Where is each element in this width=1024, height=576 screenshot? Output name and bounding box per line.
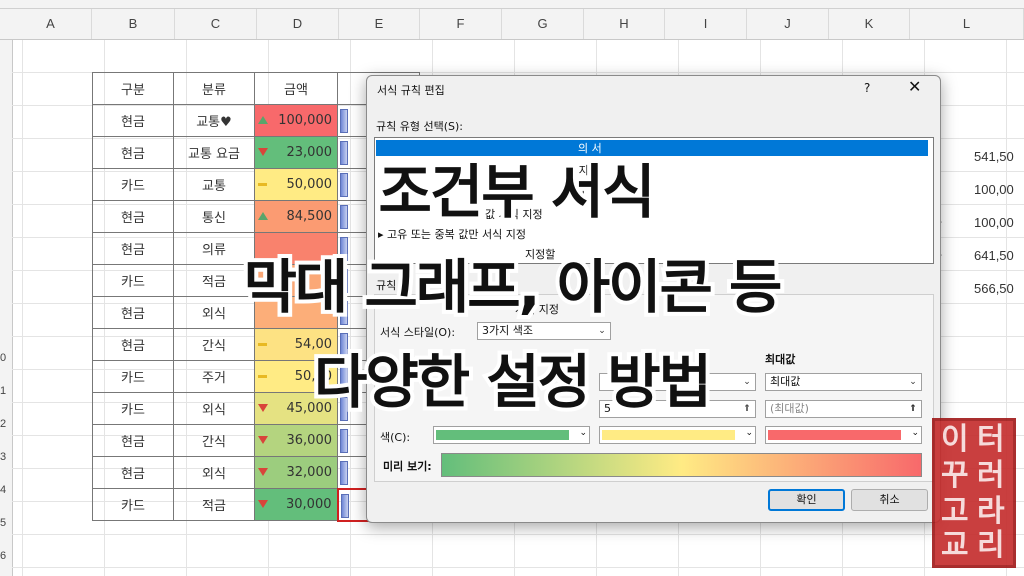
cell-category[interactable]: 현금	[92, 424, 174, 457]
help-button[interactable]: ?	[864, 81, 870, 95]
data-bar	[340, 429, 348, 453]
min-color-picker[interactable]: ⌄	[433, 426, 590, 444]
max-color-picker[interactable]: ⌄	[765, 426, 922, 444]
column-header-i[interactable]: I	[665, 9, 747, 39]
column-header-j[interactable]: J	[747, 9, 829, 39]
column-header-d[interactable]: D	[257, 9, 339, 39]
data-bar	[340, 109, 348, 133]
seal-stamp: 이터 꾸러 고라 교리	[932, 418, 1016, 568]
cell-class[interactable]: 외식	[173, 456, 255, 489]
row-header[interactable]: 5	[0, 517, 12, 529]
cell-class[interactable]: 간식	[173, 424, 255, 457]
header-class[interactable]: 분류	[173, 72, 255, 105]
chevron-down-icon: ⌄	[911, 428, 919, 438]
ok-button[interactable]: 확인	[768, 489, 845, 511]
rule-type-label: 규칙 유형 선택(S):	[376, 120, 463, 133]
dialog-title: 서식 규칙 편집	[377, 84, 445, 97]
close-icon[interactable]: ✕	[908, 77, 921, 96]
arrow-down-icon	[258, 468, 268, 476]
column-header-k[interactable]: K	[829, 9, 910, 39]
color-scale-preview	[441, 453, 922, 477]
arrow-up-icon	[258, 116, 268, 124]
row-header[interactable]: 2	[0, 418, 12, 430]
amount-value: 32,000	[286, 465, 333, 480]
column-header-a[interactable]: A	[10, 9, 92, 39]
column-header-g[interactable]: G	[502, 9, 584, 39]
mid-color-fill	[602, 430, 735, 440]
chevron-down-icon: ⌄	[579, 428, 587, 438]
column-header-l[interactable]: L	[910, 9, 1024, 39]
header-category[interactable]: 구분	[92, 72, 174, 105]
cell-class[interactable]: 교통♥	[173, 104, 255, 137]
cell-category[interactable]: 현금	[92, 456, 174, 489]
column-header-c[interactable]: C	[175, 9, 257, 39]
min-color-fill	[436, 430, 569, 440]
arrow-down-icon	[258, 500, 268, 508]
amount-value: 100,000	[278, 113, 332, 128]
cancel-button[interactable]: 취소	[851, 489, 928, 511]
cell-category[interactable]: 카드	[92, 488, 174, 521]
data-bar	[340, 493, 349, 518]
color-label: 색(C):	[380, 431, 411, 444]
data-bar	[340, 461, 348, 485]
column-header-f[interactable]: F	[420, 9, 502, 39]
mid-color-picker[interactable]: ⌄	[599, 426, 756, 444]
cell-amount[interactable]: 32,000	[254, 456, 338, 489]
row-header[interactable]: 4	[0, 484, 12, 496]
overlay-title-line3: 다양한 설정 방법	[310, 344, 716, 420]
column-header-h[interactable]: H	[584, 9, 665, 39]
preview-label: 미리 보기:	[383, 460, 432, 473]
formula-bar	[0, 0, 1024, 9]
row-header[interactable]: 3	[0, 451, 12, 463]
cell-amount[interactable]: 30,000	[254, 488, 338, 521]
column-header-b[interactable]: B	[92, 9, 175, 39]
cell-class[interactable]: 적금	[173, 488, 255, 521]
cell-amount[interactable]: 100,000	[254, 104, 338, 137]
header-amount[interactable]: 금액	[254, 72, 338, 105]
overlay-title-line1: 조건부 서식	[375, 154, 660, 230]
max-color-fill	[768, 430, 901, 440]
amount-value: 36,000	[286, 433, 333, 448]
column-header-e[interactable]: E	[339, 9, 420, 39]
cell-category[interactable]: 현금	[92, 104, 174, 137]
amount-value: 30,000	[286, 497, 332, 512]
cell-amount[interactable]: 36,000	[254, 424, 338, 457]
chevron-down-icon: ⌄	[745, 428, 753, 438]
row-header[interactable]: 6	[0, 550, 12, 562]
overlay-title-line2: 막대 그래프, 아이콘 등	[240, 249, 787, 325]
column-headers: ABCDEFGHIJKL	[0, 9, 1024, 40]
arrow-down-icon	[258, 436, 268, 444]
